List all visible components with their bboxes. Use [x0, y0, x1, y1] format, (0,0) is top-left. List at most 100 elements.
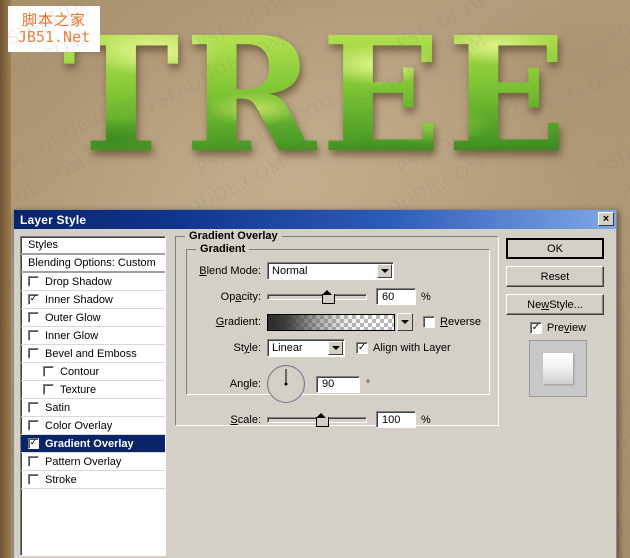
styles-list-item-label: Styles — [28, 239, 58, 251]
screenshot-root: TREE 脚本之家 JB51.Net PSD-DUDE.COMPSD-DUDE.… — [0, 0, 630, 558]
angle-input[interactable]: 90 — [316, 375, 361, 393]
opacity-slider[interactable] — [267, 289, 368, 305]
preview-checkbox[interactable]: ✓ Preview — [506, 322, 610, 334]
photo-left-edge — [0, 0, 11, 558]
angle-unit: ° — [366, 378, 371, 390]
gradient-group: Gradient Blend Mode: Normal Opacity: 60 … — [186, 243, 490, 428]
styles-list-item-satin[interactable]: Satin — [21, 399, 166, 417]
blend-mode-row: Blend Mode: Normal — [197, 262, 481, 280]
tree-word-text: TREE — [62, 3, 572, 188]
checkbox-icon[interactable] — [28, 330, 39, 341]
scale-unit: % — [421, 413, 431, 426]
scale-label: Scale: — [230, 413, 262, 426]
styles-list-item-gradient-overlay[interactable]: ✓ Gradient Overlay — [21, 435, 166, 453]
gradient-label: Gradient: — [215, 316, 262, 328]
angle-dial-center — [284, 382, 288, 386]
styles-list-item-pattern-overlay[interactable]: Pattern Overlay — [21, 453, 166, 471]
checkbox-icon[interactable] — [28, 276, 39, 287]
styles-list[interactable]: Styles Blending Options: Custom Drop Shado… — [20, 236, 167, 556]
checkbox-icon[interactable]: ✓ — [28, 438, 39, 449]
styles-list-item-color-overlay[interactable]: Color Overlay — [21, 417, 166, 435]
checkbox-icon[interactable] — [28, 420, 39, 431]
opacity-slider-thumb[interactable] — [321, 289, 335, 304]
reverse-checkbox[interactable]: Reverse — [423, 316, 481, 328]
styles-list-item-blending-options-custom[interactable]: Blending Options: Custom — [21, 255, 166, 273]
chevron-down-icon[interactable] — [328, 341, 344, 355]
styles-list-item-contour[interactable]: Contour — [21, 363, 166, 381]
brand-logo: 脚本之家 JB51.Net — [8, 6, 100, 52]
checkbox-icon[interactable] — [28, 312, 39, 323]
ok-button[interactable]: OK — [506, 238, 604, 259]
opacity-input[interactable]: 60 — [376, 288, 417, 305]
angle-dial[interactable] — [267, 365, 306, 403]
scale-input[interactable]: 100 — [376, 411, 417, 428]
scale-value: 100 — [382, 413, 401, 426]
styles-list-item-inner-shadow[interactable]: ✓ Inner Shadow — [21, 291, 166, 309]
gradient-picker-button[interactable] — [397, 313, 414, 331]
scale-row: Scale: 100 % — [197, 411, 481, 428]
new-style-button[interactable]: Ne w Style... — [506, 294, 604, 315]
gradient-overlay-legend: Gradient Overlay — [185, 230, 282, 242]
styles-list-item-bevel-and-emboss[interactable]: Bevel and Emboss — [21, 345, 166, 363]
preview-thumbnail — [529, 340, 587, 397]
styles-list-item-label: Bevel and Emboss — [45, 347, 137, 360]
style-select[interactable]: Linear — [267, 339, 346, 357]
angle-row: Angle: 90 ° — [197, 365, 481, 403]
checkbox-icon[interactable] — [28, 456, 39, 467]
opacity-unit: % — [421, 290, 431, 303]
dialog-title: Layer Style — [20, 212, 87, 227]
scale-slider-thumb[interactable] — [315, 412, 329, 427]
blend-mode-label: Blend Mode: — [199, 265, 262, 277]
checkbox-icon[interactable] — [28, 402, 39, 413]
angle-value: 90 — [322, 378, 335, 390]
chevron-down-icon[interactable] — [377, 264, 393, 278]
reset-button[interactable]: Reset — [506, 266, 604, 287]
reverse-checkbox-box — [423, 316, 436, 328]
styles-list-item-outer-glow[interactable]: Outer Glow — [21, 309, 166, 327]
opacity-label: Opacity: — [220, 290, 262, 303]
gradient-preview-swatch[interactable] — [267, 313, 396, 331]
align-with-layer-label: Align with Layer — [373, 342, 451, 354]
styles-list-item-styles[interactable]: Styles — [21, 237, 166, 255]
blend-mode-value: Normal — [272, 265, 308, 277]
styles-list-item-inner-glow[interactable]: Inner Glow — [21, 327, 166, 345]
gradient-legend: Gradient — [196, 243, 250, 255]
preview-checkbox-box: ✓ — [529, 322, 542, 334]
checkbox-icon[interactable] — [28, 348, 39, 359]
gradient-overlay-group: Gradient Overlay Gradient Blend Mode: No… — [175, 230, 499, 428]
angle-label: Angle: — [229, 378, 262, 390]
blend-mode-select[interactable]: Normal — [267, 262, 395, 280]
gradient-fill — [268, 314, 395, 330]
scale-slider[interactable] — [267, 412, 368, 428]
style-value: Linear — [272, 342, 303, 354]
opacity-slider-track — [267, 293, 368, 300]
brand-logo-en-text: JB51.Net — [17, 28, 91, 46]
checkbox-icon[interactable] — [43, 366, 54, 377]
styles-list-item-drop-shadow[interactable]: Drop Shadow — [21, 273, 166, 291]
align-with-layer-checkbox[interactable]: ✓ Align with Layer — [356, 342, 451, 354]
opacity-row: Opacity: 60 % — [197, 288, 481, 305]
checkbox-icon[interactable]: ✓ — [28, 294, 39, 305]
checkbox-icon[interactable] — [43, 384, 54, 395]
styles-list-item-label: Inner Glow — [45, 329, 99, 342]
style-label: Style: — [233, 342, 262, 354]
gradient-row: Gradient: Reverse — [197, 313, 481, 331]
close-icon[interactable]: × — [598, 212, 614, 226]
styles-list-item-label: Stroke — [45, 473, 77, 486]
checkbox-icon[interactable] — [28, 474, 39, 485]
chevron-down-icon — [401, 320, 410, 324]
styles-list-item-label: Blending Options: Custom — [28, 257, 156, 269]
dialog-body: Styles Blending Options: Custom Drop Shado… — [14, 229, 616, 558]
gradient-overlay-panel: Gradient Overlay Gradient Blend Mode: No… — [175, 230, 499, 556]
dialog-titlebar[interactable]: Layer Style × — [14, 210, 616, 229]
styles-list-item-label: Texture — [60, 383, 97, 396]
styles-list-item-label: Gradient Overlay — [45, 437, 134, 450]
styles-list-item-label: Drop Shadow — [45, 275, 112, 288]
dialog-buttons-panel: OK Reset Ne w Style... ✓ Preview — [506, 236, 610, 556]
align-with-layer-checkbox-box: ✓ — [356, 342, 369, 354]
styles-list-item-label: Outer Glow — [45, 311, 101, 324]
tree-artwork: TREE — [62, 6, 572, 186]
styles-list-item-texture[interactable]: Texture — [21, 381, 166, 399]
styles-list-item-stroke[interactable]: Stroke — [21, 471, 166, 489]
styles-list-item-label: Satin — [45, 401, 71, 414]
